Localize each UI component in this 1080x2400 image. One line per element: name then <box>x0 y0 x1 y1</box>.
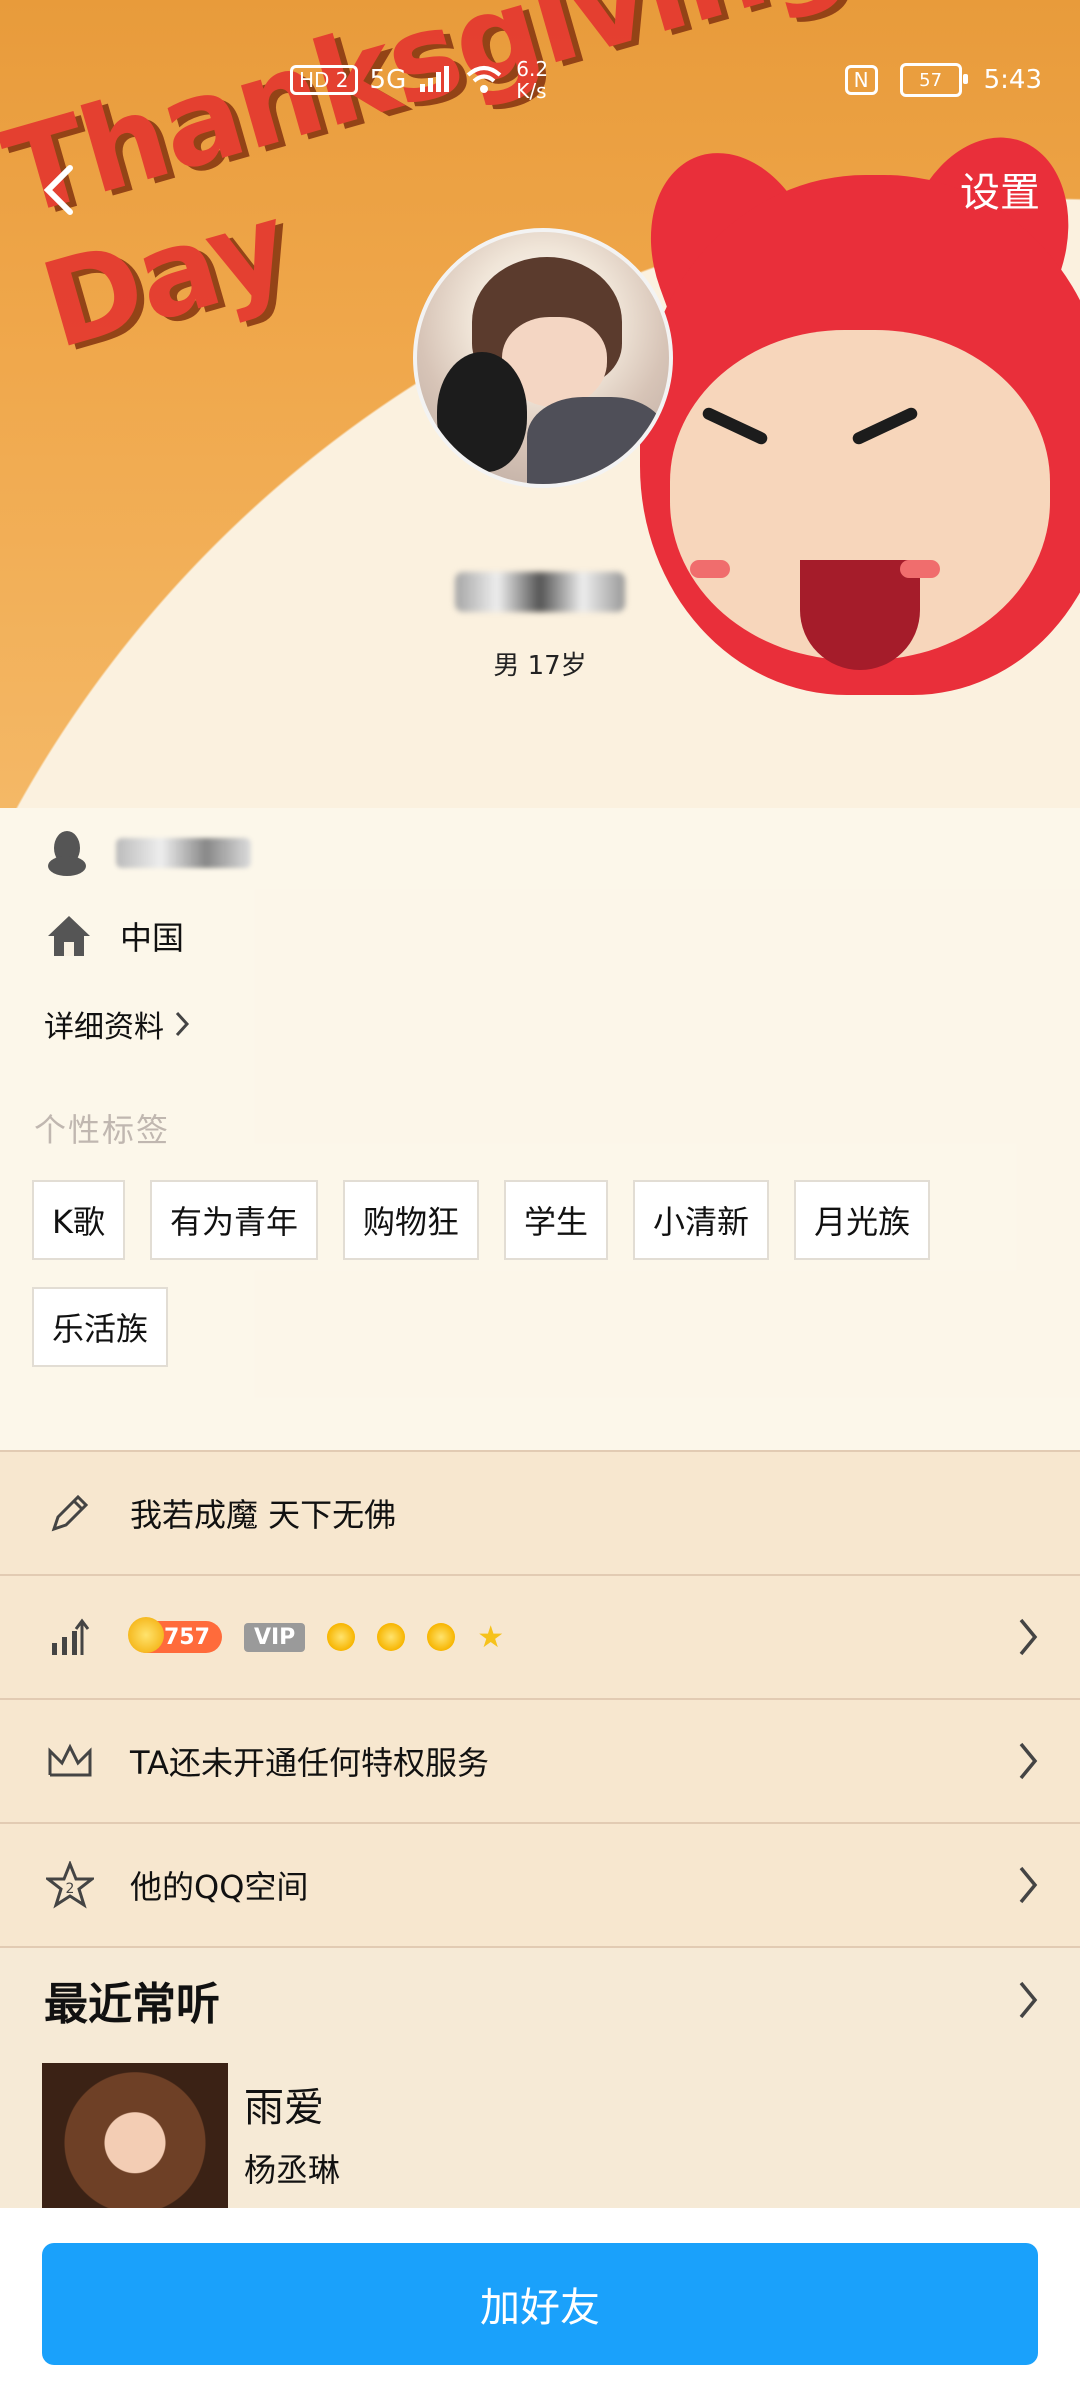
qzone-row[interactable]: 2 他的QQ空间 <box>0 1822 1080 1946</box>
add-friend-button[interactable]: 加好友 <box>42 2243 1038 2365</box>
detail-info-label: 详细资料 <box>44 1010 164 1045</box>
level-chart-icon <box>46 1613 94 1661</box>
hd-indicator: HD 2 <box>290 65 358 95</box>
status-bar: HD 2 5G 6.2 K/s N 57 5:43 <box>0 55 1080 105</box>
vip-badge: VIP <box>243 1622 306 1652</box>
qq-number-blurred <box>116 838 251 868</box>
wifi-icon <box>466 66 502 93</box>
avatar-hoodie <box>527 397 667 484</box>
level-row[interactable]: 757 VIP ★ <box>0 1574 1080 1698</box>
detail-info-link[interactable]: 详细资料 <box>44 1002 190 1046</box>
signature-text: 我若成魔 天下无佛 <box>130 1496 397 1534</box>
qzone-text: 他的QQ空间 <box>130 1868 309 1906</box>
back-chevron-icon[interactable] <box>40 160 80 220</box>
recent-music-title[interactable]: 最近常听 <box>44 1968 220 2032</box>
tag-item[interactable]: 乐活族 <box>32 1287 169 1367</box>
battery-icon: 57 <box>899 63 968 97</box>
tag-item[interactable]: 学生 <box>504 1180 609 1260</box>
tags-title: 个性标签 <box>34 1111 171 1149</box>
level-info: 757 VIP ★ <box>128 1617 505 1655</box>
sun-icon <box>377 1623 406 1651</box>
tag-item[interactable]: 购物狂 <box>343 1180 480 1260</box>
sun-icon <box>327 1623 356 1651</box>
tag-item[interactable]: 有为青年 <box>150 1180 319 1260</box>
chevron-right-icon <box>175 1011 190 1037</box>
location-row: 中国 <box>46 913 184 959</box>
signal-bars-icon <box>420 66 450 92</box>
song-artist: 杨丞琳 <box>244 2151 341 2189</box>
gender-age: 男 17岁 <box>493 651 587 681</box>
signature-row[interactable]: 我若成魔 天下无佛 <box>0 1450 1080 1574</box>
recent-divider <box>0 1946 1080 1948</box>
avatar-cat <box>437 352 527 472</box>
song-cover-image[interactable] <box>42 2063 228 2208</box>
home-icon <box>48 916 90 956</box>
chevron-right-icon <box>1019 1742 1038 1780</box>
avatar[interactable] <box>413 228 673 488</box>
privilege-text: TA还未开通任何特权服务 <box>130 1744 489 1782</box>
pencil-icon <box>46 1489 94 1537</box>
tag-item[interactable]: 小清新 <box>633 1180 770 1260</box>
sun-icon <box>427 1623 456 1651</box>
penguin-icon <box>48 831 86 876</box>
privilege-row[interactable]: TA还未开通任何特权服务 <box>0 1698 1080 1822</box>
nfc-icon: N <box>844 65 878 95</box>
profile-list: 我若成魔 天下无佛 757 VIP ★ TA还未开通任何特权服务 2 他的QQ空… <box>0 1450 1080 1948</box>
tag-item[interactable]: 月光族 <box>794 1180 931 1260</box>
star-icon: ★ <box>477 1619 505 1655</box>
song-title: 雨爱 <box>244 2085 324 2131</box>
level-badge: 757 <box>128 1617 222 1653</box>
svg-text:2: 2 <box>66 1881 75 1897</box>
tag-item[interactable]: K歌 <box>32 1180 125 1260</box>
qzone-star-icon: 2 <box>46 1861 94 1909</box>
qq-number-row <box>46 828 251 878</box>
chevron-right-icon <box>1019 1618 1038 1656</box>
settings-button[interactable]: 设置 <box>960 160 1040 218</box>
chevron-right-icon[interactable] <box>1018 1980 1038 2020</box>
tag-list: K歌 有为青年 购物狂 学生 小清新 月光族 乐活族 <box>32 1180 1042 1367</box>
chevron-right-icon <box>1019 1866 1038 1904</box>
signal-5g-icon: 5G <box>369 65 407 95</box>
nickname <box>0 572 1080 622</box>
nickname-blurred <box>455 572 625 612</box>
clock: 5:43 <box>983 65 1042 95</box>
location-text: 中国 <box>120 919 185 957</box>
network-speed: 6.2 K/s <box>516 57 549 103</box>
crown-icon <box>46 1737 94 1785</box>
